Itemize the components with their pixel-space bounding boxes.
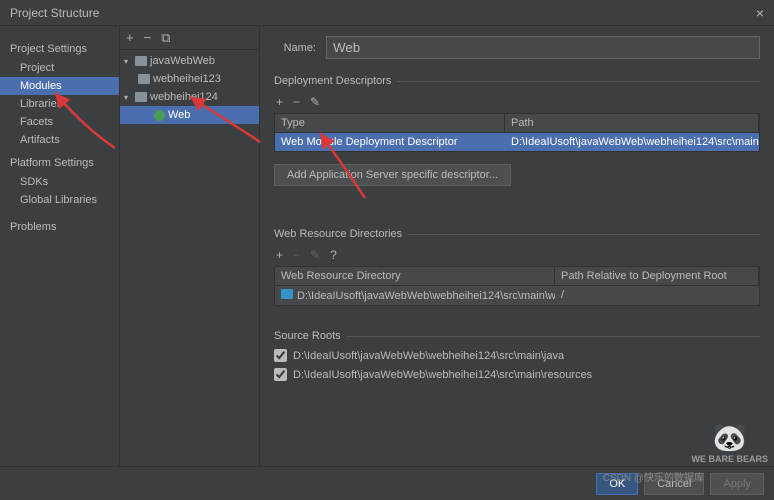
- close-icon[interactable]: ×: [756, 5, 764, 21]
- content-panel: Name: Deployment Descriptors + − ✎ Type …: [260, 26, 774, 466]
- tree-label: webheihei123: [153, 73, 221, 85]
- module-tree-panel: + − ⧉ ▾ javaWebWeb webheihei123 ▾ webhei…: [120, 26, 260, 466]
- deploy-row-path: D:\IdeaIUsoft\javaWebWeb\webheihei124\sr…: [505, 133, 759, 151]
- col-type: Type: [275, 114, 505, 132]
- tree-label: javaWebWeb: [150, 55, 215, 67]
- web-resource-dirs-title: Web Resource Directories: [274, 228, 760, 240]
- resource-table: Web Resource Directory Path Relative to …: [274, 266, 760, 306]
- add-server-descriptor-button[interactable]: Add Application Server specific descript…: [274, 164, 511, 186]
- name-input[interactable]: [326, 36, 760, 59]
- checkbox[interactable]: [274, 349, 287, 362]
- tree-node-root[interactable]: ▾ javaWebWeb: [120, 52, 259, 70]
- col-resource-dir: Web Resource Directory: [275, 267, 555, 285]
- sidebar-item-problems[interactable]: Problems: [0, 219, 119, 237]
- deploy-row-type: Web Module Deployment Descriptor: [275, 133, 505, 151]
- source-root-label: D:\IdeaIUsoft\javaWebWeb\webheihei124\sr…: [293, 350, 564, 362]
- folder-icon: [281, 289, 293, 299]
- folder-icon: [135, 56, 147, 66]
- resource-row-dir: D:\IdeaIUsoft\javaWebWeb\webheihei124\sr…: [275, 286, 555, 305]
- sidebar-item-facets[interactable]: Facets: [0, 113, 119, 131]
- checkbox[interactable]: [274, 368, 287, 381]
- folder-icon: [138, 74, 150, 84]
- source-root-1[interactable]: D:\IdeaIUsoft\javaWebWeb\webheihei124\sr…: [274, 346, 760, 365]
- add-icon[interactable]: +: [126, 30, 134, 45]
- tree-node-child2[interactable]: ▾ webheihei124: [120, 88, 259, 106]
- source-roots-title: Source Roots: [274, 330, 760, 342]
- deploy-toolbar: + − ✎: [274, 91, 760, 113]
- chevron-down-icon: ▾: [124, 93, 132, 102]
- col-path: Path: [505, 114, 759, 132]
- remove-icon[interactable]: −: [144, 30, 152, 45]
- sidebar-heading-platform: Platform Settings: [0, 155, 119, 173]
- sidebar-item-libraries[interactable]: Libraries: [0, 95, 119, 113]
- tree-toolbar: + − ⧉: [120, 26, 259, 50]
- watermark-csdn: CSDN @快乐的数据库: [603, 469, 704, 484]
- sidebar-item-modules[interactable]: Modules: [0, 77, 119, 95]
- sidebar-heading-project: Project Settings: [0, 41, 119, 59]
- tree-node-web[interactable]: Web: [120, 106, 259, 124]
- add-icon[interactable]: +: [276, 248, 283, 262]
- chevron-down-icon: ▾: [124, 57, 132, 66]
- resource-row-rel: /: [555, 286, 759, 305]
- resource-row[interactable]: D:\IdeaIUsoft\javaWebWeb\webheihei124\sr…: [275, 286, 759, 305]
- folder-icon: [135, 92, 147, 102]
- edit-icon[interactable]: ✎: [310, 248, 320, 262]
- remove-icon[interactable]: −: [293, 95, 300, 109]
- sidebar-item-global-libraries[interactable]: Global Libraries: [0, 191, 119, 209]
- source-root-label: D:\IdeaIUsoft\javaWebWeb\webheihei124\sr…: [293, 369, 592, 381]
- tree-label: webheihei124: [150, 91, 218, 103]
- apply-button[interactable]: Apply: [710, 473, 764, 495]
- sidebar-item-artifacts[interactable]: Artifacts: [0, 131, 119, 149]
- tree-node-child1[interactable]: webheihei123: [120, 70, 259, 88]
- tree-label: Web: [168, 109, 190, 121]
- sidebar-item-sdks[interactable]: SDKs: [0, 173, 119, 191]
- resource-toolbar: + − ✎ ?: [274, 244, 760, 266]
- window-title: Project Structure: [10, 6, 99, 20]
- add-icon[interactable]: +: [276, 95, 283, 109]
- source-root-2[interactable]: D:\IdeaIUsoft\javaWebWeb\webheihei124\sr…: [274, 365, 760, 384]
- name-label: Name:: [274, 42, 316, 54]
- help-icon[interactable]: ?: [330, 248, 337, 262]
- titlebar: Project Structure ×: [0, 0, 774, 26]
- watermark-bears: 🐼 WE BARE BEARS: [691, 421, 768, 464]
- remove-icon[interactable]: −: [293, 248, 300, 262]
- web-icon: [154, 110, 165, 121]
- sidebar-item-project[interactable]: Project: [0, 59, 119, 77]
- deployment-descriptors-title: Deployment Descriptors: [274, 75, 760, 87]
- deploy-table: Type Path Web Module Deployment Descript…: [274, 113, 760, 152]
- col-relative-path: Path Relative to Deployment Root: [555, 267, 759, 285]
- sidebar: Project Settings Project Modules Librari…: [0, 26, 120, 466]
- copy-icon[interactable]: ⧉: [161, 30, 170, 46]
- deploy-row[interactable]: Web Module Deployment Descriptor D:\Idea…: [275, 133, 759, 151]
- edit-icon[interactable]: ✎: [310, 95, 320, 109]
